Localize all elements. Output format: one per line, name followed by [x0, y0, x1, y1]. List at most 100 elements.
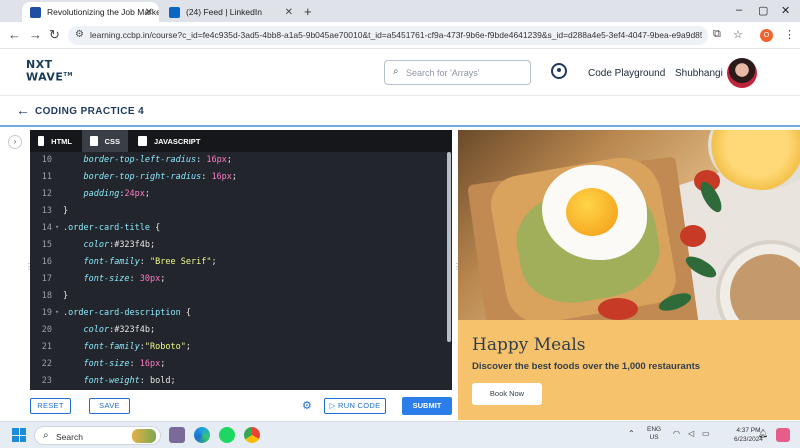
code-token: :	[129, 359, 140, 369]
code-editor[interactable]: HTML CSS JAVASCRIPT 10 border-top-left-r…	[30, 130, 452, 390]
cast-icon[interactable]: ⧉	[713, 28, 721, 41]
new-tab-button[interactable]: +	[304, 4, 312, 19]
task-view-icon[interactable]	[169, 427, 185, 443]
forward-icon[interactable]: →	[29, 27, 42, 42]
line-number: 15	[41, 240, 52, 250]
battery-icon[interactable]: ▭	[702, 429, 710, 438]
code-line[interactable]: 15 color:#323f4b;	[30, 237, 444, 254]
profile-icon[interactable]: O	[760, 29, 773, 42]
logo-tm: TM	[63, 72, 73, 78]
windows-start-icon[interactable]	[12, 428, 26, 442]
browser-tab-title: (24) Feed | LinkedIn	[186, 7, 262, 17]
fold-icon[interactable]: ▾	[55, 308, 59, 316]
maximize-icon[interactable]: ▢	[758, 4, 768, 17]
browser-tab-strip: Revolutionizing the Job Market ✕ (24) Fe…	[0, 0, 800, 22]
search-placeholder: Search for 'Arrays'	[406, 68, 480, 78]
code-playground-link[interactable]: Code Playground	[588, 68, 665, 79]
code-line[interactable]: 16 font-family: "Bree Serif";	[30, 254, 444, 271]
tab-javascript[interactable]: JAVASCRIPT	[130, 130, 210, 152]
code-line[interactable]: 13}	[30, 203, 444, 220]
tab-close-icon[interactable]: ✕	[145, 7, 153, 18]
browser-tab-active[interactable]: Revolutionizing the Job Market ✕	[22, 2, 159, 22]
code-line[interactable]: 10 border-top-left-radius: 16px;	[30, 152, 444, 169]
code-line[interactable]: 17 font-size: 30px;	[30, 271, 444, 288]
fold-icon[interactable]: ▾	[55, 223, 59, 231]
code-line[interactable]: 23 font-weight: bold;	[30, 373, 444, 390]
back-arrow-icon[interactable]: ←	[16, 102, 30, 118]
editor-scrollbar[interactable]	[447, 152, 451, 342]
reset-button[interactable]: RESET	[30, 398, 71, 414]
code-text: color:#323f4b;	[63, 240, 155, 250]
search-input[interactable]: ⌕ Search for 'Arrays'	[384, 60, 531, 85]
code-text: color:#323f4b;	[63, 325, 155, 335]
nxtwave-logo[interactable]: NXT WAVETM	[26, 59, 73, 83]
browser-tab-linkedin[interactable]: (24) Feed | LinkedIn ✕	[161, 2, 299, 22]
avatar[interactable]	[727, 58, 757, 88]
reload-icon[interactable]: ↻	[49, 27, 60, 43]
save-button[interactable]: SAVE	[89, 398, 130, 414]
code-text: font-weight: bold;	[63, 376, 175, 386]
submit-button[interactable]: SUBMIT	[402, 397, 452, 415]
streak-icon[interactable]	[551, 63, 567, 79]
code-token: }	[63, 206, 69, 216]
code-line[interactable]: 22 font-size: 16px;	[30, 356, 444, 373]
gear-icon[interactable]: ⚙	[302, 399, 312, 412]
notification-bell-icon[interactable]: 🔔︎	[758, 429, 768, 438]
breakfast-image	[458, 130, 800, 320]
copilot-icon[interactable]	[776, 428, 790, 442]
code-line[interactable]: 19 ▾ .order-card-description {	[30, 305, 444, 322]
code-area[interactable]: 10 border-top-left-radius: 16px; 11 borde…	[30, 152, 452, 390]
tab-close-icon[interactable]: ✕	[285, 7, 293, 18]
code-line[interactable]: 21 font-family:"Roboto";	[30, 339, 444, 356]
run-code-button[interactable]: ▷ RUN CODE	[324, 398, 386, 414]
chrome-icon[interactable]	[244, 427, 260, 443]
code-token: ;	[226, 155, 232, 165]
editor-tabs: HTML CSS JAVASCRIPT	[30, 130, 452, 152]
volume-icon[interactable]: ◁	[688, 429, 694, 438]
taskbar-search[interactable]: ⌕ Search	[34, 426, 161, 445]
minimize-icon[interactable]: –	[736, 4, 742, 16]
code-token: font-family	[83, 257, 140, 267]
star-icon[interactable]: ☆	[733, 28, 743, 41]
code-token: :	[201, 172, 212, 182]
language-indicator[interactable]: ENG US	[647, 426, 661, 442]
line-number: 22	[41, 359, 52, 369]
code-token: "Roboto"	[144, 342, 186, 352]
code-line[interactable]: 18}	[30, 288, 444, 305]
back-icon[interactable]: ←	[8, 27, 21, 42]
code-line[interactable]: 11 border-top-right-radius: 16px;	[30, 169, 444, 186]
tray-chevron-icon[interactable]: ⌃	[628, 429, 635, 438]
code-line[interactable]: 14 ▾ .order-card-title {	[30, 220, 444, 237]
spotify-icon[interactable]	[219, 427, 235, 443]
code-token: 16px	[211, 172, 232, 182]
code-token: 30px	[139, 274, 161, 284]
menu-icon[interactable]: ⋮	[784, 28, 795, 41]
wifi-icon[interactable]: ◠	[673, 429, 680, 438]
expand-sidebar-button[interactable]: ›	[8, 135, 22, 149]
tab-label: JAVASCRIPT	[154, 136, 201, 146]
book-now-button[interactable]: Book Now	[472, 383, 542, 405]
tab-css[interactable]: CSS	[82, 130, 128, 152]
code-line[interactable]: 20 color:#323f4b;	[30, 322, 444, 339]
browser-toolbar: ← → ↻ ⚙ learning.ccbp.in/course?c_id=fe4…	[0, 22, 800, 49]
line-number: 19	[41, 308, 52, 318]
linkedin-favicon-icon	[169, 6, 180, 18]
order-card-description: Discover the best foods over the 1,000 r…	[472, 361, 701, 372]
address-bar[interactable]: ⚙ learning.ccbp.in/course?c_id=fe4c935d-…	[68, 26, 708, 45]
edge-icon[interactable]	[194, 427, 210, 443]
search-highlight-icon	[132, 429, 156, 443]
line-number: 10	[41, 155, 52, 165]
user-name[interactable]: Shubhangi	[675, 68, 723, 79]
tab-html[interactable]: HTML	[30, 130, 80, 152]
tune-icon[interactable]: ⚙	[75, 29, 84, 40]
line-number: 23	[41, 376, 52, 386]
code-text: font-family:"Roboto";	[63, 342, 191, 352]
line-number: 11	[41, 172, 52, 182]
code-token: "Bree Serif"	[150, 257, 212, 267]
code-line[interactable]: 12 padding:24px;	[30, 186, 444, 203]
close-icon[interactable]: ✕	[781, 4, 790, 17]
order-card: Happy Meals Discover the best foods over…	[458, 320, 800, 420]
